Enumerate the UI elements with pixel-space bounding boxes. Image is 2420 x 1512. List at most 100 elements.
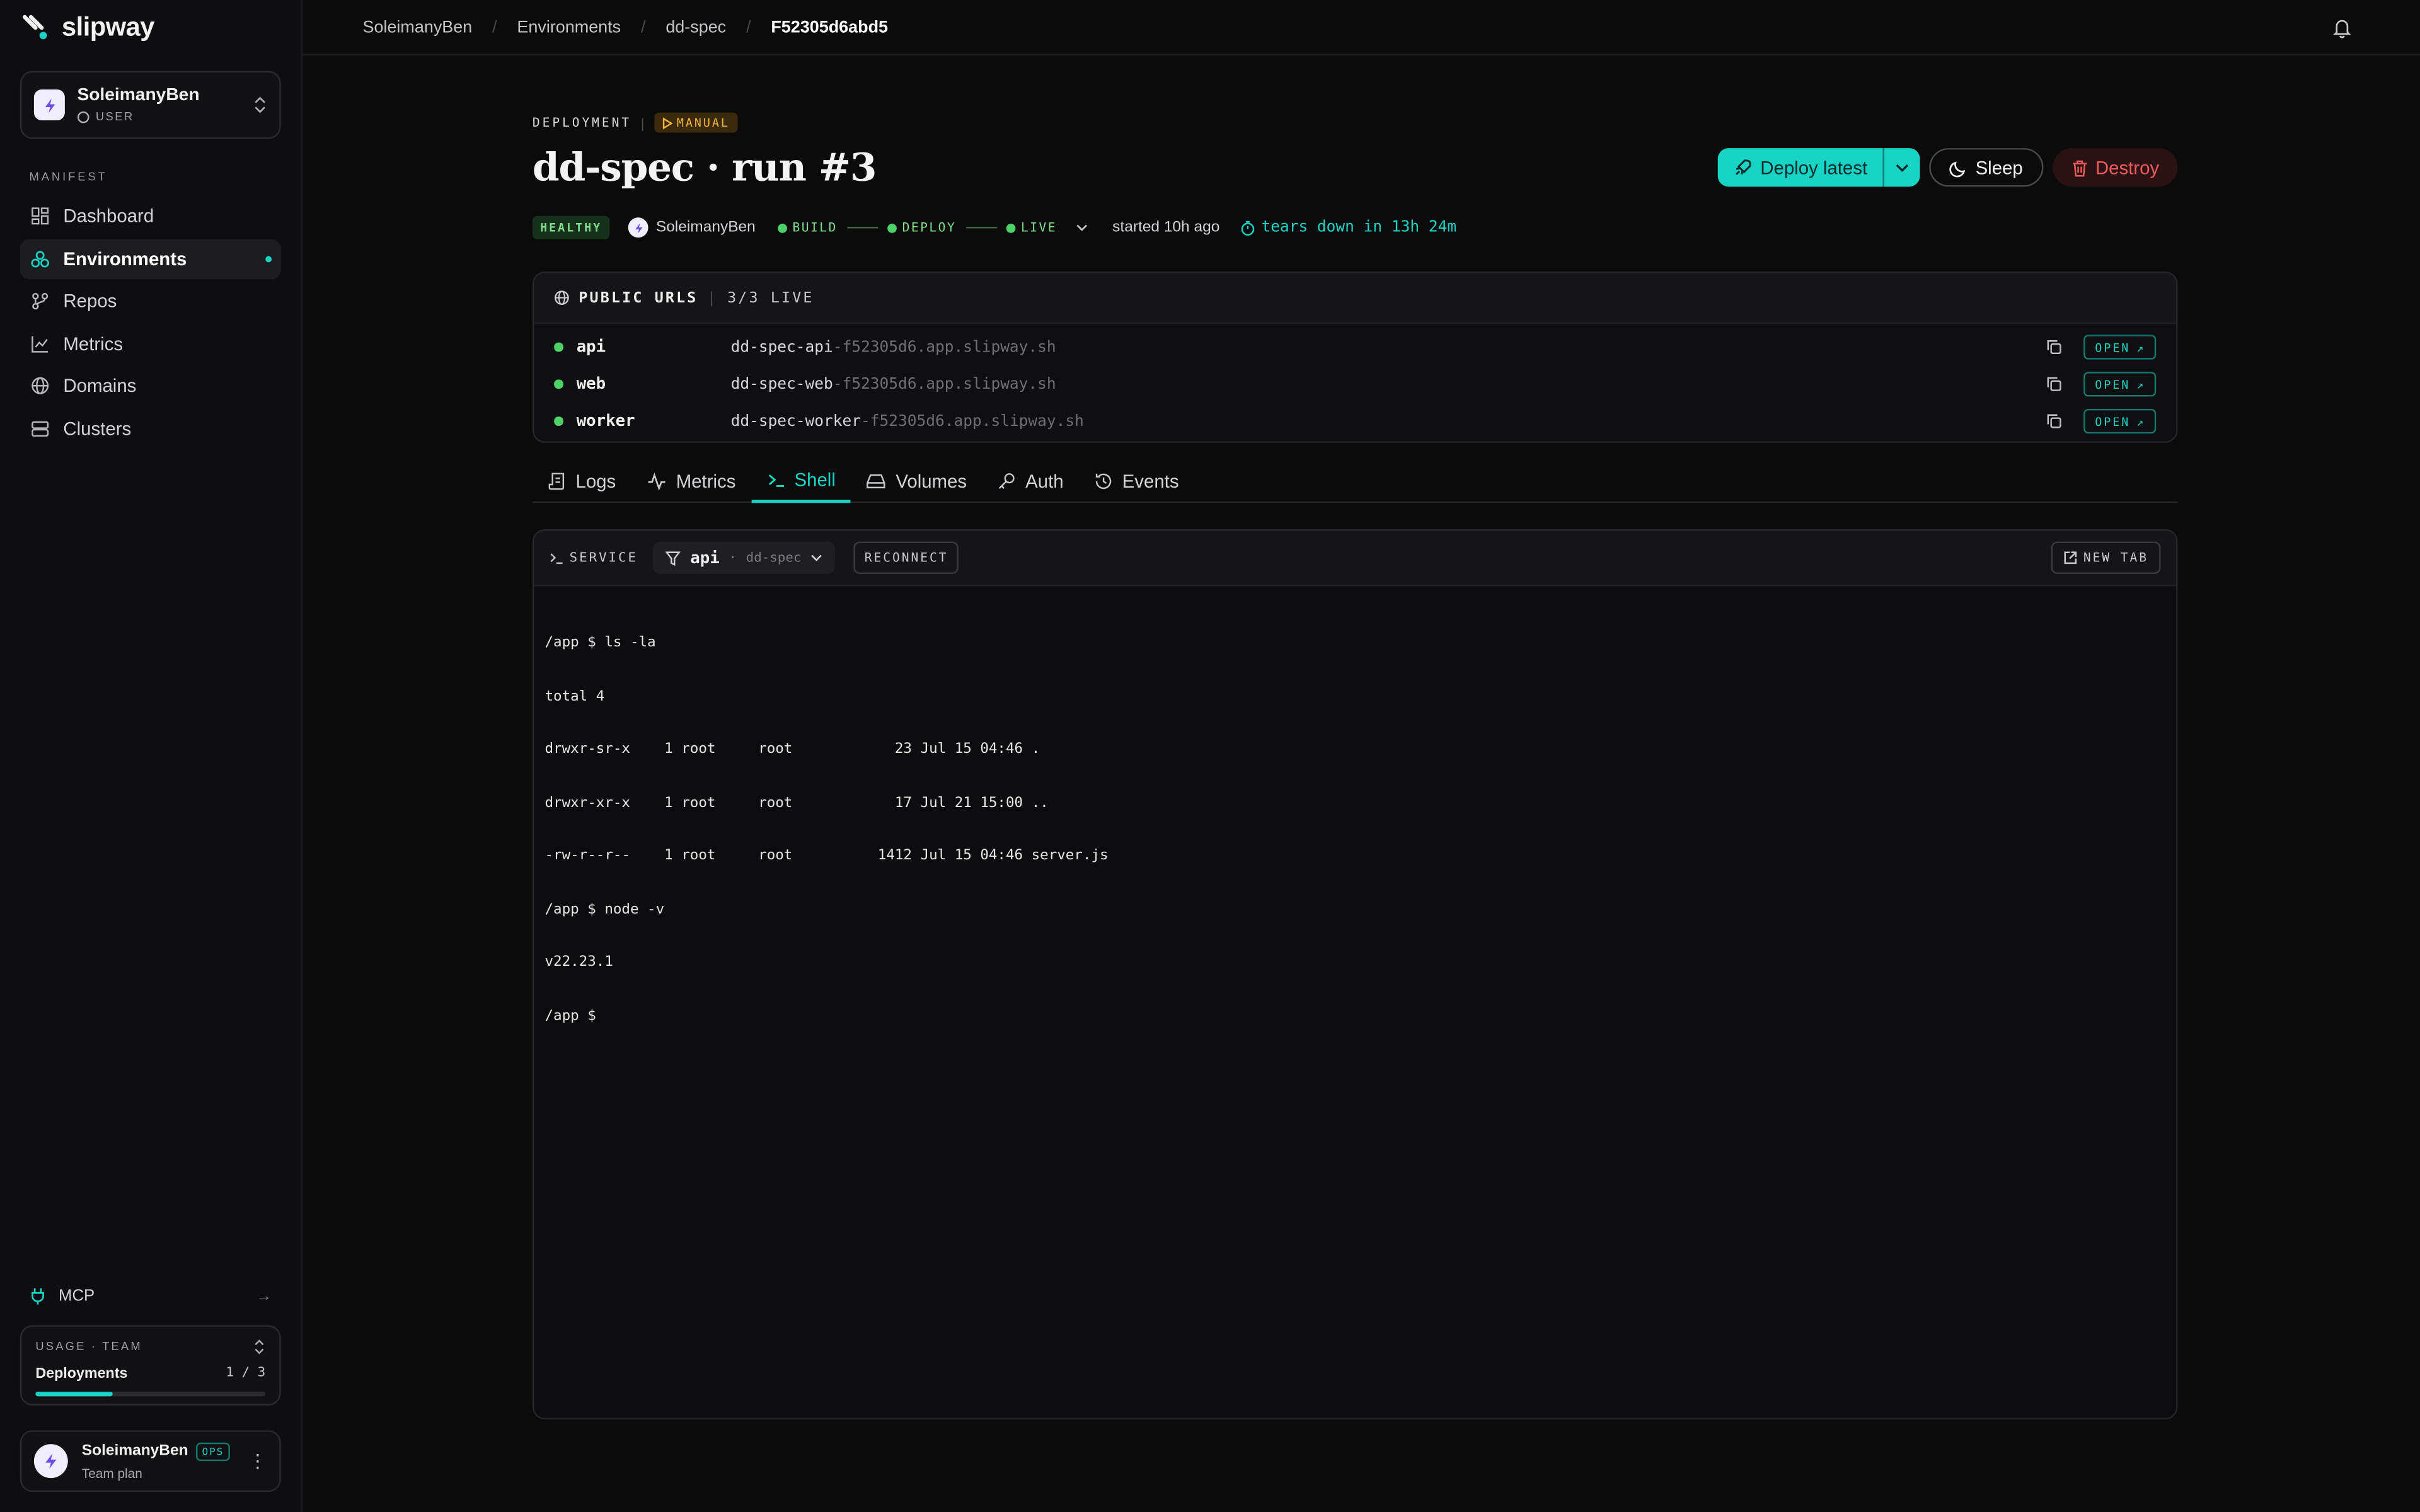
- page-title: dd-spec · run #3: [532, 145, 877, 190]
- open-url-button[interactable]: OPEN ↗: [2084, 335, 2157, 360]
- stage-deploy: DEPLOY: [887, 220, 956, 234]
- sidebar-item-clusters[interactable]: Clusters: [20, 409, 281, 449]
- account-role: USER: [95, 109, 134, 123]
- terminal-line: drwxr-xr-x 1 root root 17 Jul 21 15:00 .…: [544, 794, 1049, 811]
- stage-live: LIVE: [1005, 220, 1057, 234]
- user-card[interactable]: SoleimanyBen OPS Team plan ⋮: [20, 1430, 281, 1492]
- breadcrumb-environments[interactable]: Environments: [517, 18, 621, 36]
- brand-logo[interactable]: slipway: [21, 13, 154, 43]
- tab-label: Metrics: [676, 470, 736, 493]
- breadcrumb-environment[interactable]: dd-spec: [666, 18, 726, 36]
- globe-icon: [32, 377, 49, 395]
- url-row: worker dd-spec-worker-f52305d6.app.slipw…: [534, 403, 2176, 440]
- new-tab-button[interactable]: NEW TAB: [2051, 541, 2161, 575]
- bell-icon[interactable]: [2332, 17, 2352, 38]
- github-icon: [77, 110, 89, 123]
- external-arrow-icon: ↗: [2136, 414, 2146, 428]
- tab-logs[interactable]: Logs: [533, 460, 631, 503]
- started-time: started 10h ago: [1112, 219, 1220, 236]
- account-switcher[interactable]: SoleimanyBen USER: [20, 71, 281, 139]
- service-select[interactable]: api · dd-spec: [653, 541, 836, 575]
- sidebar-item-metrics[interactable]: Metrics: [20, 324, 281, 364]
- open-url-button[interactable]: OPEN ↗: [2084, 372, 2157, 397]
- copy-icon[interactable]: [2046, 413, 2061, 428]
- sidebar-item-label: Metrics: [63, 333, 124, 355]
- service-url[interactable]: dd-spec-web-f52305d6.app.slipway.sh: [731, 375, 1056, 392]
- service-label: SERVICE: [550, 550, 638, 566]
- bolt-icon: [634, 222, 642, 233]
- tab-shell[interactable]: Shell: [751, 460, 851, 503]
- role-badge: OPS: [195, 1441, 231, 1460]
- tab-metrics[interactable]: Metrics: [631, 460, 751, 503]
- terminal-line: /app $: [544, 1006, 605, 1024]
- reconnect-button[interactable]: RECONNECT: [853, 541, 959, 575]
- sleep-button[interactable]: Sleep: [1929, 148, 2043, 187]
- public-urls-panel: PUBLIC URLS | 3/3 LIVE api dd-spec-api-f…: [532, 272, 2178, 443]
- selected-environment: dd-spec: [746, 550, 802, 566]
- tab-auth[interactable]: Auth: [982, 460, 1080, 503]
- breadcrumb-account[interactable]: SoleimanyBen: [363, 18, 473, 36]
- service-name: worker: [576, 411, 635, 431]
- usage-progress-bar: [35, 1391, 266, 1396]
- status-dot: [554, 416, 563, 426]
- history-icon: [1096, 473, 1112, 490]
- slipway-logo-icon: [22, 14, 47, 40]
- deploy-options-button[interactable]: [1882, 148, 1920, 187]
- deploy-latest-button[interactable]: Deploy latest: [1717, 148, 1883, 187]
- sleep-label: Sleep: [1975, 156, 2023, 178]
- external-link-icon: [2064, 551, 2077, 564]
- chevron-updown-icon: [255, 1339, 264, 1354]
- breadcrumb-separator: /: [492, 18, 497, 37]
- trigger-label: MANUAL: [676, 115, 730, 130]
- destroy-button[interactable]: Destroy: [2052, 148, 2178, 187]
- key-icon: [999, 473, 1015, 489]
- terminal-line: total 4: [544, 687, 605, 704]
- terminal-output[interactable]: /app $ ls -la total 4 drwxr-sr-x 1 root …: [534, 587, 2176, 1072]
- account-name: SoleimanyBen: [77, 86, 200, 105]
- service-name: api: [576, 338, 606, 357]
- user-name: SoleimanyBen: [81, 1442, 188, 1460]
- url-row: api dd-spec-api-f52305d6.app.slipway.sh …: [534, 329, 2176, 366]
- copy-icon[interactable]: [2046, 340, 2061, 355]
- tab-label: Volumes: [896, 470, 967, 493]
- bolt-icon: [44, 98, 55, 112]
- public-urls-title: PUBLIC URLS: [579, 289, 698, 307]
- rocket-icon: [1735, 158, 1751, 175]
- tab-volumes[interactable]: Volumes: [851, 460, 982, 503]
- sidebar-item-label: Environments: [63, 248, 187, 270]
- selected-service: api: [690, 548, 720, 567]
- usage-card[interactable]: USAGE · TEAM Deployments 1 / 3: [20, 1325, 281, 1406]
- sidebar-item-dashboard[interactable]: Dashboard: [20, 196, 281, 236]
- breadcrumb-separator: /: [746, 18, 751, 37]
- chevron-updown-icon: [255, 96, 265, 113]
- sidebar-item-domains[interactable]: Domains: [20, 366, 281, 406]
- status-dot: [1005, 222, 1015, 232]
- tab-label: Shell: [794, 469, 836, 491]
- mcp-link[interactable]: MCP →: [30, 1286, 272, 1305]
- more-options-icon[interactable]: ⋮: [248, 1450, 267, 1472]
- tab-events[interactable]: Events: [1079, 460, 1194, 503]
- public-urls-count: 3/3 LIVE: [727, 289, 814, 307]
- copy-icon[interactable]: [2046, 377, 2061, 392]
- sidebar-item-repos[interactable]: Repos: [20, 281, 281, 321]
- pipeline-stages[interactable]: BUILD DEPLOY LIVE: [777, 220, 1088, 234]
- sidebar-item-label: Dashboard: [63, 205, 154, 227]
- trash-icon: [2072, 159, 2087, 176]
- terminal-line: /app $ node -v: [544, 900, 665, 917]
- usage-heading: USAGE · TEAM: [35, 1339, 142, 1353]
- teardown-timer: tears down in 13h 24m: [1242, 219, 1456, 236]
- globe-icon: [555, 290, 569, 305]
- stage-build: BUILD: [777, 220, 838, 234]
- server-icon: [32, 421, 49, 437]
- plug-icon: [32, 1288, 44, 1305]
- top-bar: SoleimanyBen / Environments / dd-spec / …: [302, 0, 2420, 56]
- disk-icon: [867, 474, 886, 489]
- open-url-button[interactable]: OPEN ↗: [2084, 408, 2157, 434]
- play-icon: [662, 117, 672, 129]
- service-url[interactable]: dd-spec-api-f52305d6.app.slipway.sh: [731, 339, 1056, 356]
- service-url[interactable]: dd-spec-worker-f52305d6.app.slipway.sh: [731, 413, 1084, 430]
- sidebar-item-environments[interactable]: Environments: [20, 238, 281, 279]
- active-indicator-dot: [265, 255, 272, 262]
- deployment-owner: SoleimanyBen: [628, 217, 756, 238]
- tab-bar: Logs Metrics Shell Volumes Auth Events: [532, 460, 2178, 503]
